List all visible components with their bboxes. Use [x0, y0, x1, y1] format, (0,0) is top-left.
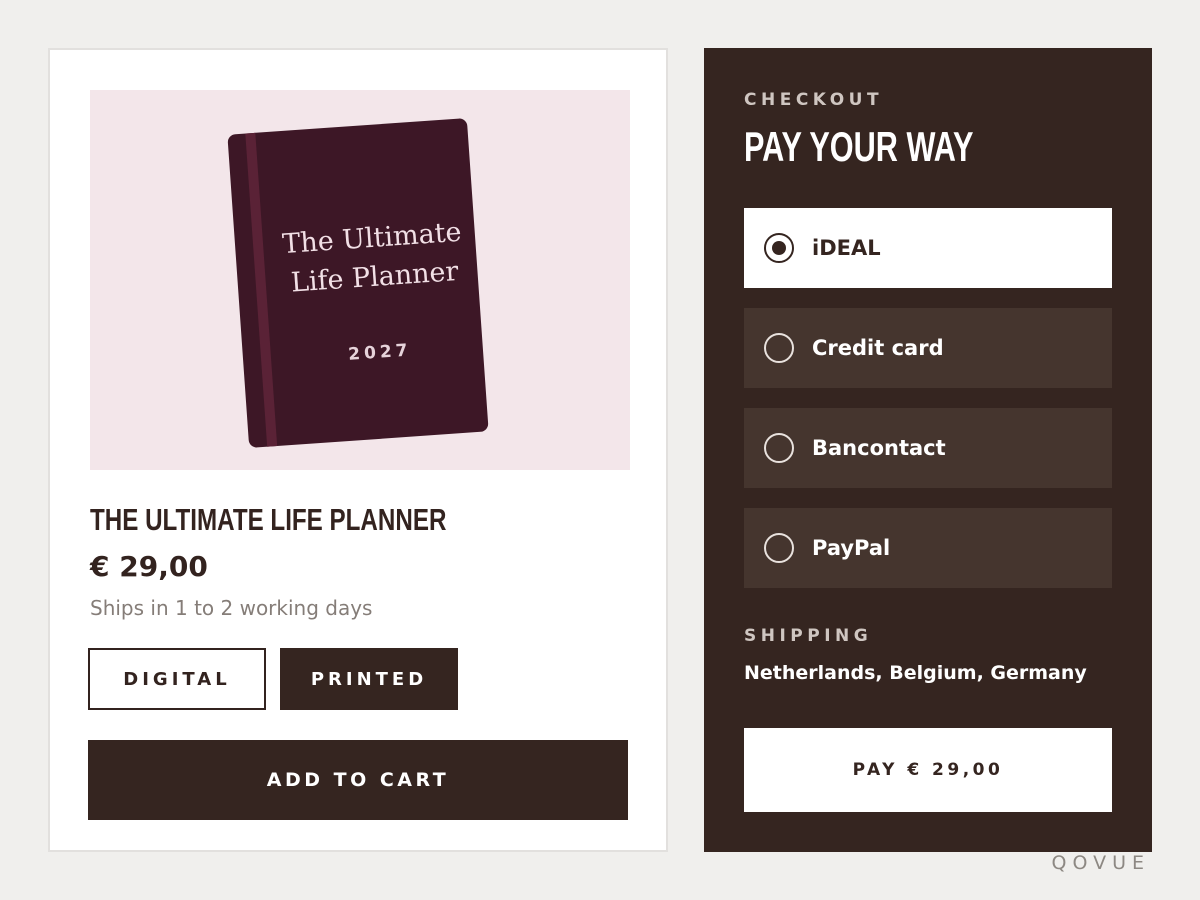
book-cover-year: 2027 — [347, 340, 413, 365]
radio-selected-icon[interactable] — [764, 233, 794, 263]
payment-option-label: Credit card — [812, 336, 944, 360]
payment-option-bancontact[interactable]: Bancontact — [744, 408, 1112, 488]
product-image: The Ultimate Life Planner 2027 — [90, 90, 630, 470]
product-price: € 29,00 — [90, 550, 208, 583]
checkout-panel: CHECKOUT PAY YOUR WAY iDEAL Credit card … — [704, 48, 1152, 852]
format-digital-button[interactable]: DIGITAL — [88, 648, 266, 710]
payment-option-label: iDEAL — [812, 236, 881, 260]
payment-option-label: Bancontact — [812, 436, 946, 460]
payment-option-credit-card[interactable]: Credit card — [744, 308, 1112, 388]
radio-unselected-icon[interactable] — [764, 333, 794, 363]
pay-button[interactable]: PAY € 29,00 — [744, 728, 1112, 812]
shipping-label: SHIPPING — [744, 626, 873, 646]
shipping-countries: Netherlands, Belgium, Germany — [744, 662, 1087, 684]
payment-option-paypal[interactable]: PayPal — [744, 508, 1112, 588]
payment-option-ideal[interactable]: iDEAL — [744, 208, 1112, 288]
radio-dot — [772, 241, 786, 255]
format-printed-button[interactable]: PRINTED — [280, 648, 458, 710]
book-cover-title: The Ultimate Life Planner — [281, 216, 463, 299]
add-to-cart-button[interactable]: ADD TO CART — [88, 740, 628, 820]
checkout-title: PAY YOUR WAY — [744, 123, 974, 170]
checkout-eyebrow: CHECKOUT — [744, 90, 884, 110]
planner-book-cover: The Ultimate Life Planner 2027 — [227, 118, 489, 448]
shipping-note: Ships in 1 to 2 working days — [90, 596, 373, 620]
product-card: The Ultimate Life Planner 2027 THE ULTIM… — [48, 48, 668, 852]
brand-logo: QOVUE — [1051, 852, 1150, 874]
radio-unselected-icon[interactable] — [764, 533, 794, 563]
book-spine — [245, 132, 278, 447]
payment-option-label: PayPal — [812, 536, 891, 560]
radio-unselected-icon[interactable] — [764, 433, 794, 463]
product-title: THE ULTIMATE LIFE PLANNER — [90, 502, 447, 537]
